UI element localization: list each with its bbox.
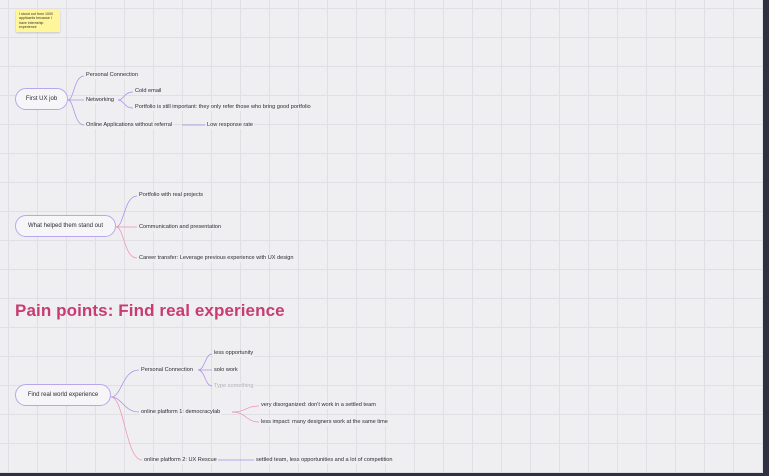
connector-line bbox=[231, 411, 260, 423]
root-label: Find real world experience bbox=[27, 392, 99, 398]
connector-line bbox=[67, 75, 85, 101]
sticky-note-text: I stood out from 1000 applicants because… bbox=[19, 12, 53, 29]
connector-line bbox=[117, 99, 134, 109]
mindmap-root-first-ux-job[interactable]: First UX job bbox=[15, 88, 68, 110]
node-solo-work[interactable]: solo work bbox=[213, 367, 239, 374]
connector-line bbox=[110, 396, 143, 461]
whiteboard-canvas[interactable]: I stood out from 1000 applicants because… bbox=[0, 0, 769, 476]
node-very-disorganized[interactable]: very disorganized: don't work in a settl… bbox=[260, 402, 377, 409]
node-portfolio-important[interactable]: Portfolio is still important: they only … bbox=[134, 104, 312, 111]
node-type-something-placeholder[interactable]: Type something bbox=[213, 383, 255, 390]
node-less-opportunity[interactable]: less opportunity bbox=[213, 350, 255, 357]
node-personal-connection-2[interactable]: Personal Connection bbox=[140, 367, 194, 374]
node-online-applications[interactable]: Online Applications without referral bbox=[85, 122, 174, 129]
connector-line bbox=[197, 369, 213, 387]
node-democracylab[interactable]: online platform 1: democracylab bbox=[140, 409, 222, 416]
node-communication[interactable]: Communication and presentation bbox=[138, 224, 223, 231]
mindmap-root-stand-out[interactable]: What helped them stand out bbox=[15, 215, 116, 237]
mindmap-root-real-world[interactable]: Find real world experience bbox=[15, 384, 111, 406]
node-cold-email[interactable]: Cold email bbox=[134, 88, 163, 95]
root-label: What helped them stand out bbox=[27, 223, 104, 229]
root-label: First UX job bbox=[25, 96, 58, 102]
connector-line bbox=[197, 353, 213, 371]
sticky-note[interactable]: I stood out from 1000 applicants because… bbox=[16, 10, 60, 32]
connector-line bbox=[115, 226, 138, 259]
connector-line bbox=[110, 396, 140, 413]
connector-line bbox=[117, 91, 134, 101]
node-ux-rescue[interactable]: online platform 2: UX Rescue bbox=[143, 457, 218, 464]
connector-line bbox=[67, 99, 85, 126]
node-networking[interactable]: Networking bbox=[85, 97, 115, 104]
connector-line bbox=[115, 195, 138, 228]
node-less-impact[interactable]: less impact: many designers work at the … bbox=[260, 419, 389, 426]
node-portfolio-real-projects[interactable]: Portfolio with real projects bbox=[138, 192, 205, 199]
connector-line bbox=[110, 369, 140, 398]
section-title[interactable]: Pain points: Find real experience bbox=[15, 301, 285, 321]
node-career-transfer[interactable]: Career transfer: Leverage previous exper… bbox=[138, 255, 295, 262]
node-personal-connection[interactable]: Personal Connection bbox=[85, 72, 139, 79]
canvas-edge-right bbox=[763, 0, 769, 476]
node-low-response-rate[interactable]: Low response rate bbox=[206, 122, 255, 129]
node-settled-team[interactable]: settled team, less opportunities and a l… bbox=[255, 457, 394, 464]
connector-line bbox=[231, 405, 260, 413]
